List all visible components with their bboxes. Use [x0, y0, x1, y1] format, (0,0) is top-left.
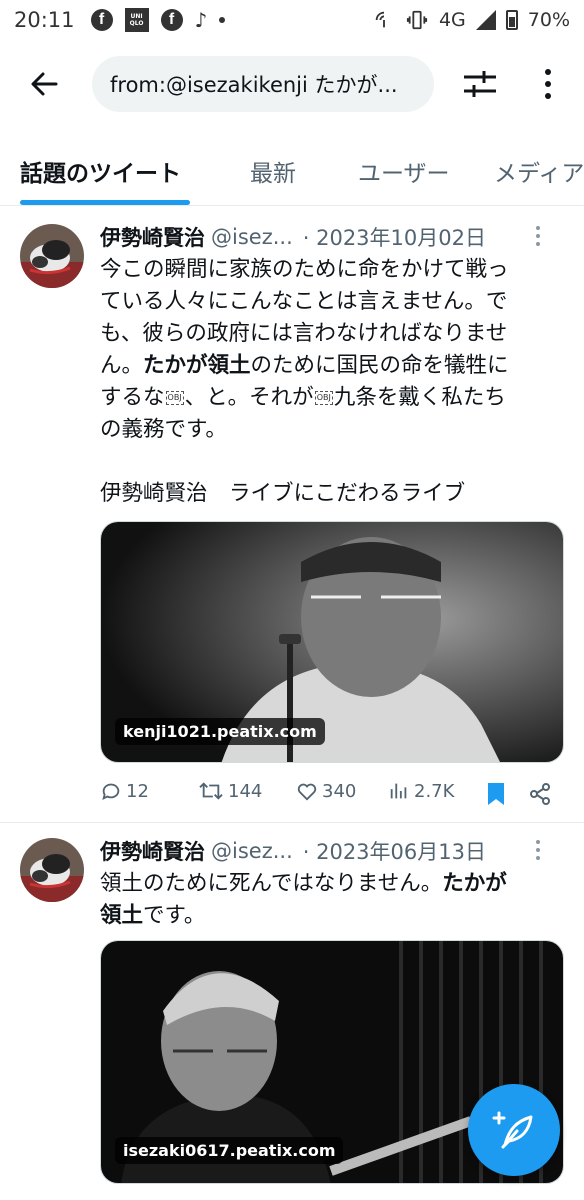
battery-level: 70%	[527, 9, 570, 31]
facebook-icon: f	[160, 9, 183, 31]
tweet-date[interactable]: · 2023年06月13日	[303, 836, 486, 866]
author-name[interactable]: 伊勢崎賢治	[100, 836, 205, 866]
media-link-label[interactable]: isezaki0617.peatix.com	[115, 1137, 344, 1164]
media-link-label[interactable]: kenji1021.peatix.com	[115, 718, 325, 745]
view-count: 2.7K	[414, 780, 455, 802]
media-card[interactable]: kenji1021.peatix.com	[100, 521, 564, 763]
tweet-line: ん。たかが領土のために国民の命を犠牲に	[100, 353, 509, 378]
tweet-line: 領土のために死んではなりません。たかが	[100, 871, 507, 896]
tweet-line: 今この瞬間に家族のために命をかけて戦っ	[100, 257, 509, 282]
tab-top[interactable]: 話題のツイート	[20, 154, 181, 188]
tweet-text: 今この瞬間に家族のために命をかけて戦っ ている人々にこんなことは言えません。で …	[100, 254, 566, 510]
highlighted-term: たかが領土	[143, 353, 251, 378]
reply-button[interactable]: 12	[100, 780, 149, 802]
compose-feather-icon	[492, 1111, 533, 1149]
tweet-date[interactable]: · 2023年10月02日	[303, 222, 486, 252]
back-arrow-icon[interactable]	[28, 68, 60, 100]
author-handle[interactable]: @isez...	[211, 225, 293, 249]
tab-users[interactable]: ユーザー	[358, 154, 450, 188]
tiktok-icon: ♪	[194, 8, 208, 32]
tweet-header: 伊勢崎賢治 @isez... · 2023年06月13日	[100, 836, 564, 866]
vibrate-icon	[406, 10, 428, 30]
reply-icon	[102, 783, 120, 801]
signal-icon	[475, 10, 496, 30]
object-replacement-glyph: OBJ	[314, 391, 333, 405]
tweet-actions: 12 144 340 2.7K	[100, 780, 566, 810]
object-replacement-glyph: OBJ	[165, 391, 184, 405]
tab-latest[interactable]: 最新	[250, 154, 296, 188]
highlighted-term: たかが	[442, 871, 507, 896]
tweet-text: 領土のために死んではなりません。たかが 領土です。	[100, 868, 566, 932]
tweet-line: ている人々にこんなことは言えません。で	[100, 289, 508, 314]
search-query: from:@isezakikenji たかが...	[110, 73, 398, 97]
compose-tweet-button[interactable]	[468, 1084, 560, 1176]
active-tab-indicator	[20, 200, 190, 205]
highlighted-term: 領土	[100, 903, 144, 928]
reply-count: 12	[126, 780, 149, 802]
uniqlo-icon: UNI QLO	[124, 8, 149, 32]
share-icon[interactable]	[528, 782, 552, 806]
search-input[interactable]: from:@isezakikenji たかが...	[92, 56, 434, 112]
tweet[interactable]: 伊勢崎賢治 @isez... · 2023年10月02日 今この瞬間に家族のため…	[0, 208, 584, 820]
bookmark-icon[interactable]	[486, 782, 506, 806]
tweet-line: も、彼らの政府には言わなければなりませ	[100, 321, 508, 346]
tweet-more-icon[interactable]	[534, 838, 542, 862]
views-button[interactable]: 2.7K	[388, 780, 454, 802]
tab-media[interactable]: メディア	[494, 154, 584, 188]
nfc-icon	[375, 11, 385, 28]
tweet-line: の義務です。	[100, 417, 227, 442]
more-options-icon[interactable]	[532, 66, 564, 102]
author-handle[interactable]: @isez...	[211, 839, 293, 863]
network-type: 4G	[438, 9, 466, 31]
tweet-line: するな OBJ 、と。それが OBJ 九条を戴く私たち	[100, 385, 506, 410]
avatar[interactable]	[20, 838, 84, 902]
facebook-icon: f	[90, 9, 113, 31]
like-button[interactable]: 340	[296, 780, 356, 802]
analytics-icon	[390, 783, 407, 799]
like-count: 340	[322, 780, 357, 802]
uniqlo-logo-text: UNI QLO	[129, 13, 144, 27]
search-header: from:@isezakikenji たかが...	[0, 52, 584, 116]
retweet-count: 144	[228, 780, 263, 802]
filter-icon[interactable]	[462, 68, 498, 100]
status-right: 4G 70%	[373, 9, 570, 31]
retweet-icon	[199, 782, 223, 800]
author-name[interactable]: 伊勢崎賢治	[100, 222, 205, 252]
avatar[interactable]	[20, 224, 84, 288]
heart-icon	[297, 783, 317, 801]
tweet-header: 伊勢崎賢治 @isez... · 2023年10月02日	[100, 222, 564, 252]
search-tabs: 話題のツイート 最新 ユーザー メディア	[0, 136, 584, 206]
notification-dot-icon	[219, 17, 226, 23]
tweet-line: 伊勢崎賢治 ライブにこだわるライブ	[100, 481, 466, 506]
tweet-line: 領土です。	[100, 903, 206, 928]
status-bar: 20:11 f UNI QLO f ♪ 4G 70%	[0, 0, 584, 40]
tweet-more-icon[interactable]	[534, 224, 542, 248]
battery-icon	[505, 10, 518, 30]
retweet-button[interactable]: 144	[198, 780, 262, 802]
status-time: 20:11	[14, 8, 75, 32]
